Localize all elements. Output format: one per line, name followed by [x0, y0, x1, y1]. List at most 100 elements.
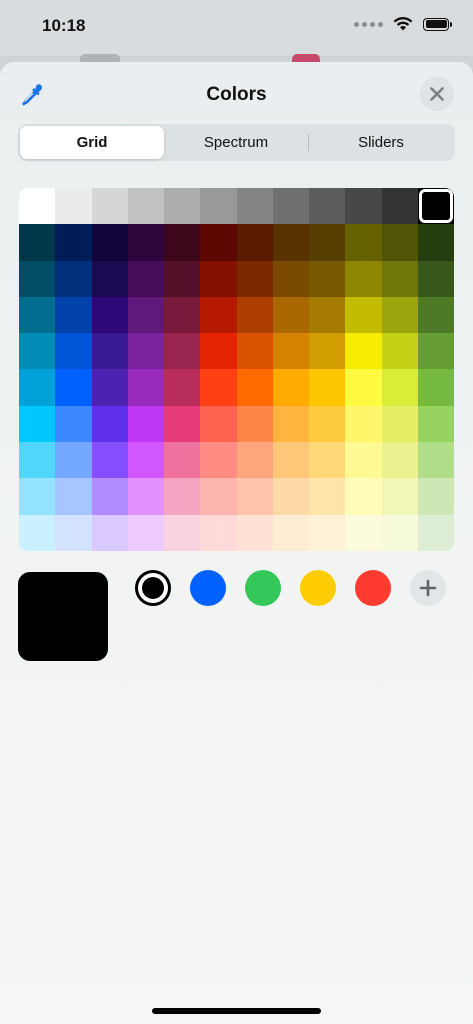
color-cell[interactable]: [381, 224, 418, 261]
color-cell[interactable]: [417, 296, 454, 334]
color-cell[interactable]: [55, 442, 92, 479]
color-cell[interactable]: [164, 260, 201, 297]
color-cell[interactable]: [272, 405, 309, 443]
color-cell[interactable]: [309, 224, 346, 261]
color-cell[interactable]: [272, 514, 309, 551]
color-cell[interactable]: [381, 260, 418, 297]
color-cell[interactable]: [91, 514, 128, 551]
color-cell[interactable]: [19, 478, 56, 515]
color-cell[interactable]: [200, 514, 237, 551]
color-cell[interactable]: [272, 188, 309, 225]
color-cell[interactable]: [55, 260, 92, 297]
tab-grid[interactable]: Grid: [20, 126, 164, 159]
color-cell[interactable]: [345, 514, 382, 551]
color-cell[interactable]: [417, 224, 454, 261]
color-cell[interactable]: [236, 369, 273, 406]
color-cell[interactable]: [55, 514, 92, 551]
color-cell[interactable]: [236, 405, 273, 443]
color-cell[interactable]: [19, 260, 56, 297]
color-cell[interactable]: [236, 333, 273, 370]
close-button[interactable]: [420, 77, 454, 111]
color-cell[interactable]: [345, 260, 382, 297]
color-cell[interactable]: [236, 188, 273, 225]
color-cell[interactable]: [236, 478, 273, 515]
color-cell[interactable]: [91, 478, 128, 515]
color-cell[interactable]: [309, 260, 346, 297]
color-cell[interactable]: [55, 296, 92, 334]
color-cell[interactable]: [127, 514, 164, 551]
color-cell[interactable]: [381, 296, 418, 334]
color-cell[interactable]: [19, 333, 56, 370]
color-cell[interactable]: [55, 405, 92, 443]
color-cell[interactable]: [236, 260, 273, 297]
color-cell[interactable]: [91, 296, 128, 334]
color-cell[interactable]: [417, 260, 454, 297]
color-cell[interactable]: [19, 369, 56, 406]
color-cell[interactable]: [19, 405, 56, 443]
color-cell[interactable]: [236, 296, 273, 334]
color-cell[interactable]: [345, 296, 382, 334]
color-cell[interactable]: [345, 405, 382, 443]
color-cell[interactable]: [164, 296, 201, 334]
color-cell[interactable]: [127, 260, 164, 297]
color-cell[interactable]: [55, 224, 92, 261]
color-cell[interactable]: [345, 442, 382, 479]
tab-spectrum[interactable]: Spectrum: [164, 126, 308, 159]
color-cell[interactable]: [345, 224, 382, 261]
color-cell[interactable]: [417, 514, 454, 551]
color-cell[interactable]: [19, 224, 56, 261]
tab-sliders[interactable]: Sliders: [309, 126, 453, 159]
color-cell[interactable]: [417, 333, 454, 370]
favorite-swatch[interactable]: [135, 570, 171, 606]
color-cell[interactable]: [309, 478, 346, 515]
color-cell[interactable]: [55, 369, 92, 406]
color-cell[interactable]: [381, 369, 418, 406]
color-cell[interactable]: [164, 369, 201, 406]
color-cell[interactable]: [91, 333, 128, 370]
color-cell[interactable]: [127, 405, 164, 443]
add-favorite-button[interactable]: [410, 570, 446, 606]
color-cell[interactable]: [345, 369, 382, 406]
color-cell[interactable]: [236, 514, 273, 551]
color-cell[interactable]: [309, 514, 346, 551]
color-cell[interactable]: [381, 478, 418, 515]
color-cell[interactable]: [19, 442, 56, 479]
color-cell[interactable]: [91, 188, 128, 225]
color-cell[interactable]: [200, 369, 237, 406]
color-cell[interactable]: [272, 224, 309, 261]
color-cell[interactable]: [164, 442, 201, 479]
color-cell[interactable]: [55, 188, 92, 225]
color-cell[interactable]: [164, 333, 201, 370]
color-cell[interactable]: [55, 333, 92, 370]
color-cell[interactable]: [19, 188, 56, 225]
color-cell[interactable]: [309, 405, 346, 443]
color-cell[interactable]: [272, 296, 309, 334]
color-cell[interactable]: [19, 514, 56, 551]
color-cell[interactable]: [272, 369, 309, 406]
color-cell[interactable]: [309, 188, 346, 225]
color-cell[interactable]: [91, 369, 128, 406]
favorite-swatch[interactable]: [190, 570, 226, 606]
color-cell[interactable]: [417, 405, 454, 443]
color-cell[interactable]: [272, 333, 309, 370]
color-cell[interactable]: [200, 296, 237, 334]
color-cell[interactable]: [272, 260, 309, 297]
color-cell[interactable]: [381, 442, 418, 479]
color-cell[interactable]: [417, 442, 454, 479]
color-cell[interactable]: [91, 260, 128, 297]
color-cell[interactable]: [200, 478, 237, 515]
color-cell[interactable]: [164, 514, 201, 551]
color-cell[interactable]: [127, 296, 164, 334]
color-cell[interactable]: [200, 405, 237, 443]
color-cell[interactable]: [309, 369, 346, 406]
color-cell[interactable]: [127, 478, 164, 515]
color-cell[interactable]: [309, 296, 346, 334]
color-cell[interactable]: [55, 478, 92, 515]
color-cell[interactable]: [381, 405, 418, 443]
color-cell[interactable]: [127, 224, 164, 261]
color-cell[interactable]: [200, 188, 237, 225]
color-cell[interactable]: [91, 405, 128, 443]
color-cell[interactable]: [345, 188, 382, 225]
color-cell[interactable]: [164, 405, 201, 443]
color-cell[interactable]: [417, 369, 454, 406]
